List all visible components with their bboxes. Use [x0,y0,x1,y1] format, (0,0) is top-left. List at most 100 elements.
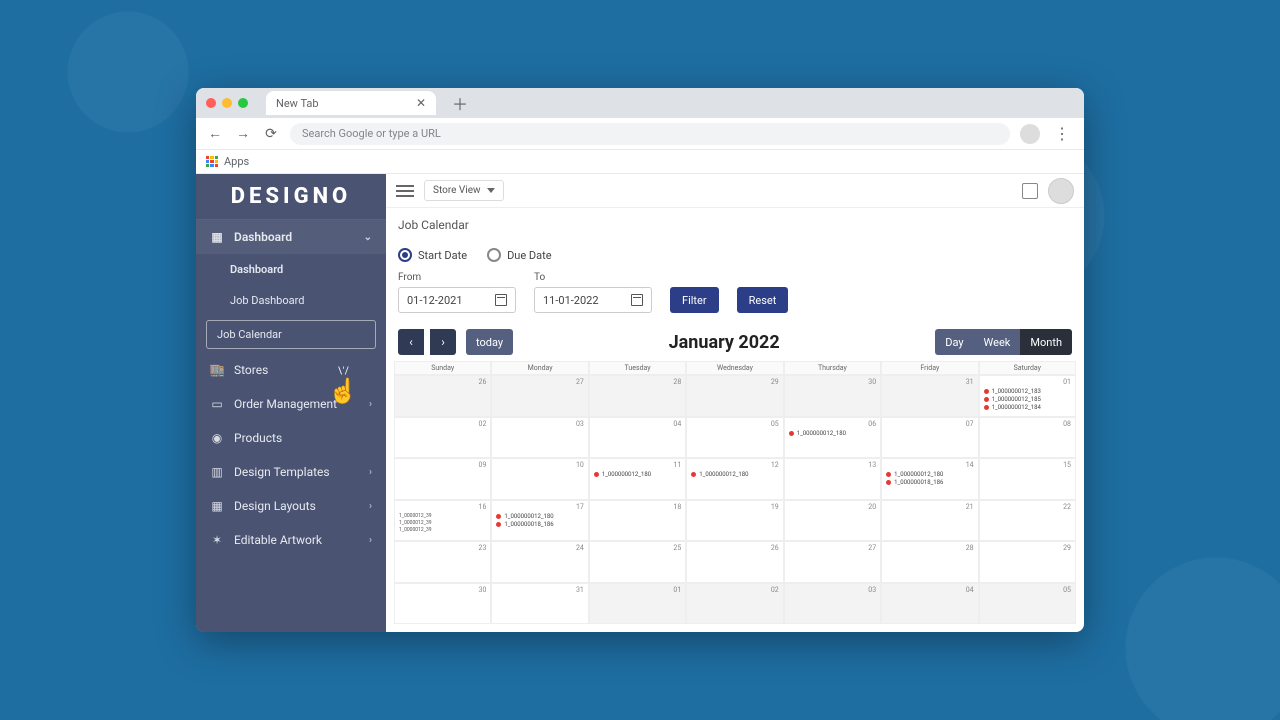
calendar-day[interactable]: 04 [881,583,978,625]
calendar-day[interactable]: 27 [784,541,881,583]
user-avatar-icon[interactable] [1048,178,1074,204]
calendar-day[interactable]: 12 1_000000012_180 [686,458,783,500]
calendar-day[interactable]: 05 [979,583,1076,625]
calendar-event[interactable]: 1_000000012_180 [594,471,681,478]
calendar-day[interactable]: 11 1_000000012_180 [589,458,686,500]
calendar-day[interactable]: 19 [686,500,783,542]
profile-avatar-icon[interactable] [1020,124,1040,144]
calendar-day[interactable]: 13 [784,458,881,500]
calendar-day[interactable]: 01 [589,583,686,625]
sidebar-item-stores[interactable]: 🏬 Stores [196,353,386,387]
calendar-day[interactable]: 03 [784,583,881,625]
minimize-icon[interactable] [222,98,232,108]
calendar-day[interactable]: 23 [394,541,491,583]
url-input[interactable]: Search Google or type a URL [290,123,1010,145]
new-tab-button[interactable]: ＋ [452,91,468,115]
calendar-day[interactable]: 22 [979,500,1076,542]
calendar-day[interactable]: 07 [881,417,978,459]
view-day-button[interactable]: Day [935,329,973,355]
chevron-right-icon: › [369,535,372,546]
chevron-right-icon: › [369,467,372,478]
apps-icon[interactable] [206,156,218,168]
calendar-day[interactable]: 30 [784,375,881,417]
calendar-day[interactable]: 16 1_0000012_391_0000012_391_0000012_39 [394,500,491,542]
calendar-day[interactable]: 03 [491,417,588,459]
calendar-day[interactable]: 26 [394,375,491,417]
calendar-day[interactable]: 02 [394,417,491,459]
filter-button[interactable]: Filter [670,287,719,313]
close-icon[interactable] [206,98,216,108]
calendar-event[interactable]: 1_000000012_180 [789,430,876,437]
calendar-day[interactable]: 04 [589,417,686,459]
calendar-event[interactable]: 1_000000012_183 [984,388,1071,395]
sidebar-item-editable-artwork[interactable]: ✶ Editable Artwork › [196,523,386,557]
from-date-input[interactable]: 01-12-2021 [398,287,516,313]
calendar-day[interactable]: 26 [686,541,783,583]
calendar-day[interactable]: 08 [979,417,1076,459]
calendar-day[interactable]: 29 [979,541,1076,583]
calendar-day[interactable]: 27 [491,375,588,417]
calendar-event[interactable]: 1_000000012_184 [984,404,1071,411]
store-view-dropdown[interactable]: Store View [424,180,504,201]
calendar-event[interactable]: 1_000000012_180 [886,471,973,478]
calendar-day[interactable]: 17 1_000000012_180 1_000000018_186 [491,500,588,542]
grid-icon: ▦ [210,230,224,244]
calendar-day[interactable]: 10 [491,458,588,500]
radio-due-date[interactable]: Due Date [487,248,551,262]
calendar-day[interactable]: 30 [394,583,491,625]
forward-button[interactable]: → [234,125,252,142]
calendar-day[interactable]: 20 [784,500,881,542]
sidebar-item-dashboard[interactable]: ▦ Dashboard ⌄ [196,220,386,254]
calendar-day[interactable]: 15 [979,458,1076,500]
calendar-event[interactable]: 1_000000012_180 [691,471,778,478]
view-month-button[interactable]: Month [1020,329,1072,355]
layout-icon: ▥ [210,465,224,479]
today-button[interactable]: today [466,329,513,355]
calendar-day[interactable]: 21 [881,500,978,542]
sidebar-sub-dashboard[interactable]: Dashboard [196,254,386,285]
view-week-button[interactable]: Week [974,329,1021,355]
browser-tab[interactable]: New Tab ✕ [266,91,436,115]
calendar-day[interactable]: 05 [686,417,783,459]
reset-button[interactable]: Reset [737,287,789,313]
tab-bar: New Tab ✕ ＋ [196,88,1084,118]
calendar-day[interactable]: 18 [589,500,686,542]
calendar-day[interactable]: 14 1_000000012_180 1_000000018_186 [881,458,978,500]
hamburger-icon[interactable] [396,185,414,197]
calendar-day[interactable]: 28 [881,541,978,583]
calendar-day[interactable]: 24 [491,541,588,583]
sidebar-item-design-layouts[interactable]: ▦ Design Layouts › [196,489,386,523]
sidebar-item-products[interactable]: ◉ Products [196,421,386,455]
calendar-event[interactable]: 1_000000018_186 [496,521,583,528]
calendar-day[interactable]: 06 1_000000012_180 [784,417,881,459]
calendar-day[interactable]: 09 [394,458,491,500]
caret-down-icon [487,188,495,193]
back-button[interactable]: ← [206,125,224,142]
maximize-icon[interactable] [238,98,248,108]
menu-icon[interactable]: ⋮ [1050,124,1074,143]
address-bar: ← → ⟳ Search Google or type a URL ⋮ [196,118,1084,150]
calendar-day[interactable]: 31 [491,583,588,625]
fullscreen-icon[interactable] [1022,183,1038,199]
radio-start-date[interactable]: Start Date [398,248,467,262]
calendar-event[interactable]: 1_000000012_185 [984,396,1071,403]
close-tab-icon[interactable]: ✕ [416,96,426,110]
calendar-day[interactable]: 28 [589,375,686,417]
calendar-day[interactable]: 31 [881,375,978,417]
calendar-day[interactable]: 02 [686,583,783,625]
calendar-icon [631,294,643,306]
apps-label[interactable]: Apps [224,155,249,168]
to-date-input[interactable]: 11-01-2022 [534,287,652,313]
sidebar-item-order-management[interactable]: ▭ Order Management › [196,387,386,421]
prev-month-button[interactable]: ‹ [398,329,424,355]
calendar-day[interactable]: 01 1_000000012_183 1_000000012_185 1_000… [979,375,1076,417]
reload-button[interactable]: ⟳ [262,126,280,142]
sidebar-sub-job-dashboard[interactable]: Job Dashboard [196,285,386,316]
next-month-button[interactable]: › [430,329,456,355]
calendar-day[interactable]: 25 [589,541,686,583]
sidebar-item-design-templates[interactable]: ▥ Design Templates › [196,455,386,489]
calendar-day[interactable]: 29 [686,375,783,417]
calendar-event[interactable]: 1_000000018_186 [886,479,973,486]
sidebar-sub-job-calendar[interactable]: Job Calendar [206,320,376,349]
calendar-event[interactable]: 1_000000012_180 [496,513,583,520]
